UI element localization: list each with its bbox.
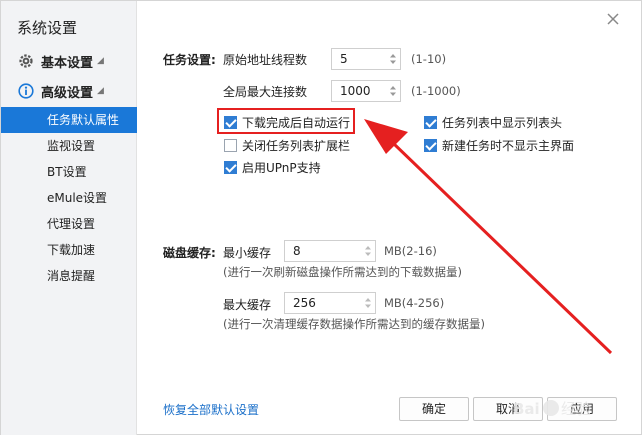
expand-caret-icon: ◢ — [97, 86, 104, 96]
min-cache-unit: MB(2-16) — [384, 244, 437, 258]
app-title: 系统设置 — [17, 19, 78, 37]
svg-text:Bai: Bai — [513, 400, 540, 418]
origin-threads-value: 5 — [340, 52, 348, 66]
close-button[interactable] — [605, 11, 621, 27]
sidebar-group-basic-label: 基本设置 — [41, 55, 94, 71]
max-cache-hint: (进行一次清理缓存数据操作所需达到的缓存数据量) — [223, 317, 485, 331]
sidebar-group-advanced[interactable]: 高级设置 ◢ — [1, 77, 137, 105]
sidebar-item-acceleration[interactable]: 下载加速 — [1, 237, 137, 263]
min-cache-label: 最小缓存 — [223, 246, 272, 260]
spinner-arrows-icon[interactable] — [363, 244, 373, 258]
checkbox-checked-icon — [424, 139, 437, 152]
spinner-arrows-icon[interactable] — [363, 296, 373, 310]
min-cache-input[interactable]: 8 — [284, 240, 376, 262]
svg-text:经验: 经验 — [561, 400, 591, 418]
origin-threads-input[interactable]: 5 — [331, 48, 401, 70]
max-connections-range: (1-1000) — [411, 84, 461, 98]
sidebar-item-proxy[interactable]: 代理设置 — [1, 211, 137, 237]
checkbox-unchecked-icon — [224, 139, 237, 152]
sidebar-item-bt[interactable]: BT设置 — [1, 159, 137, 185]
show-list-header-label: 任务列表中显示列表头 — [442, 116, 563, 130]
min-cache-hint: (进行一次刷新磁盘操作所需达到的下载数据量) — [223, 265, 462, 279]
baidu-watermark-logo: Bai 经验 — [511, 394, 621, 422]
checkbox-checked-icon — [224, 161, 237, 174]
sidebar-item-task-defaults[interactable]: 任务默认属性 — [1, 107, 137, 133]
max-connections-input[interactable]: 1000 — [331, 80, 401, 102]
max-cache-unit: MB(4-256) — [384, 296, 445, 310]
task-settings-heading: 任务设置: — [163, 53, 216, 67]
spinner-arrows-icon[interactable] — [388, 52, 398, 66]
disk-cache-heading: 磁盘缓存: — [163, 246, 216, 260]
sidebar: 系统设置 基本设置 ◢ 高级设置 ◢ 任务默认属性 监视设置 BT设置 eMul… — [1, 1, 137, 435]
sidebar-group-advanced-label: 高级设置 — [41, 85, 94, 101]
origin-threads-label: 原始地址线程数 — [223, 53, 308, 67]
max-cache-input[interactable]: 256 — [284, 292, 376, 314]
close-extension-label: 关闭任务列表扩展栏 — [242, 139, 351, 153]
hide-main-window-checkbox[interactable]: 新建任务时不显示主界面 — [424, 137, 574, 154]
checkbox-checked-icon — [424, 116, 437, 129]
max-connections-value: 1000 — [340, 84, 371, 98]
info-icon — [17, 82, 35, 100]
close-icon — [607, 13, 619, 25]
min-cache-value: 8 — [293, 244, 301, 258]
sidebar-group-basic[interactable]: 基本设置 ◢ — [1, 47, 137, 75]
origin-threads-range: (1-10) — [411, 52, 447, 66]
upnp-checkbox[interactable]: 启用UPnP支持 — [224, 159, 321, 176]
collapse-caret-icon: ◢ — [97, 56, 104, 66]
hide-main-window-label: 新建任务时不显示主界面 — [442, 139, 575, 153]
show-list-header-checkbox[interactable]: 任务列表中显示列表头 — [424, 114, 562, 131]
gear-icon — [17, 52, 35, 70]
settings-window: 系统设置 基本设置 ◢ 高级设置 ◢ 任务默认属性 监视设置 BT设置 eMul… — [0, 0, 642, 435]
spinner-arrows-icon[interactable] — [388, 84, 398, 98]
restore-defaults-link[interactable]: 恢复全部默认设置 — [163, 401, 259, 418]
max-cache-label: 最大缓存 — [223, 298, 272, 312]
upnp-label: 启用UPnP支持 — [242, 161, 321, 175]
sidebar-item-emule[interactable]: eMule设置 — [1, 185, 137, 211]
close-extension-checkbox[interactable]: 关闭任务列表扩展栏 — [224, 137, 350, 154]
sidebar-item-monitor[interactable]: 监视设置 — [1, 133, 137, 159]
sidebar-item-notifications[interactable]: 消息提醒 — [1, 263, 137, 289]
max-connections-label: 全局最大连接数 — [223, 85, 308, 99]
ok-button[interactable]: 确定 — [399, 397, 469, 421]
annotation-highlight-box — [217, 108, 355, 134]
max-cache-value: 256 — [293, 296, 316, 310]
